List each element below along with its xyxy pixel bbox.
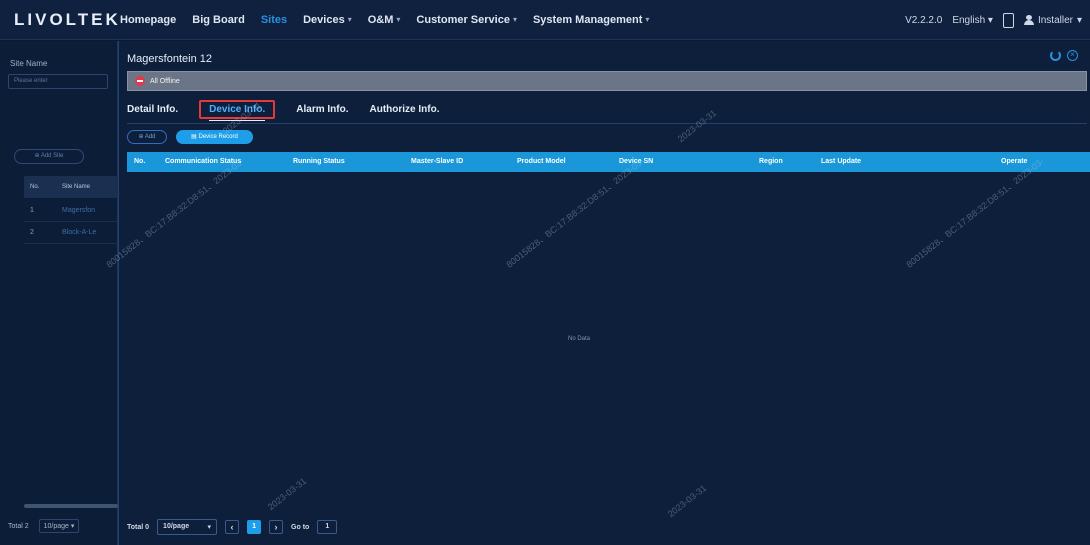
- site-name-label: Site Name: [10, 59, 48, 68]
- top-navigation-bar: LIVOLTEK Homepage Big Board Sites Device…: [0, 0, 1090, 40]
- site-list-panel: Site Name Please enter ⊕ Add Site No. Si…: [0, 41, 118, 545]
- col-operate: Operate: [1001, 158, 1028, 165]
- nav-big-board[interactable]: Big Board: [192, 14, 245, 26]
- mobile-icon[interactable]: [1002, 12, 1014, 28]
- nav-sites[interactable]: Sites: [261, 14, 287, 26]
- caret-down-icon: ▾: [987, 14, 993, 26]
- watermark: 2023-03-31: [675, 107, 719, 145]
- nav-system-management[interactable]: System Management ▾: [533, 14, 649, 26]
- site-total: Total 2: [8, 522, 29, 530]
- next-page-button[interactable]: ›: [269, 520, 284, 534]
- goto-label: Go to: [291, 523, 310, 531]
- device-pagination: Total 0 10/page ▾ ‹ 1 › Go to 1: [127, 519, 338, 535]
- col-no: No.: [134, 158, 146, 165]
- col-running-status: Running Status: [293, 158, 345, 165]
- site-detail-modal: Magersfontein 12 × All Offline Detail In…: [104, 41, 1090, 545]
- offline-icon: [135, 76, 145, 86]
- page-size-select[interactable]: 10/page ▾: [38, 519, 80, 533]
- device-total: Total 0: [127, 523, 150, 531]
- status-text: All Offline: [150, 77, 180, 85]
- col-last-update: Last Update: [821, 158, 862, 165]
- watermark: 2023-03-31: [665, 482, 709, 520]
- modal-title: Magersfontein 12: [127, 53, 212, 65]
- tab-bar: Detail Info. Device Info. Alarm Info. Au…: [127, 100, 440, 121]
- site-table-header: No. Site Name: [24, 176, 118, 198]
- col-site-name: Site Name: [62, 184, 91, 190]
- livoltek-logo: LIVOLTEK: [14, 9, 121, 29]
- table-row[interactable]: 2 Block-A-Le: [24, 222, 118, 244]
- user-menu[interactable]: Installer ▾: [1023, 14, 1082, 26]
- table-row[interactable]: 1 Magersfon: [24, 200, 118, 222]
- device-record-button[interactable]: ▤ Device Record: [176, 130, 253, 144]
- close-icon[interactable]: ×: [1067, 50, 1078, 61]
- empty-state: No Data: [568, 336, 591, 342]
- site-search-input[interactable]: Please enter: [8, 74, 108, 89]
- nav-devices[interactable]: Devices ▾: [303, 14, 352, 26]
- col-no: No.: [30, 184, 40, 190]
- chevron-down-icon: ▾: [645, 15, 650, 24]
- refresh-icon[interactable]: [1050, 50, 1061, 61]
- tab-detail-info[interactable]: Detail Info.: [127, 101, 178, 120]
- tab-authorize-info[interactable]: Authorize Info.: [370, 101, 440, 120]
- device-table-header: No. Communication Status Running Status …: [127, 152, 1090, 172]
- header-utilities: V2.2.2.0 English ▾ Installer ▾: [905, 0, 1082, 40]
- chevron-down-icon: ▾: [207, 524, 212, 531]
- page-size-select[interactable]: 10/page ▾: [157, 519, 218, 535]
- horizontal-scrollbar[interactable]: [24, 504, 118, 508]
- nav-customer-service[interactable]: Customer Service ▾: [416, 14, 517, 26]
- page-number-current[interactable]: 1: [247, 520, 262, 534]
- site-pagination: Total 2 10/page ▾: [8, 519, 80, 533]
- prev-page-button[interactable]: ‹: [225, 520, 240, 534]
- language-select[interactable]: English ▾: [952, 15, 993, 26]
- col-master-slave-id: Master-Slave ID: [411, 158, 464, 165]
- user-icon: [1023, 15, 1034, 25]
- caret-down-icon: ▾: [1076, 14, 1082, 26]
- main-menu: Homepage Big Board Sites Devices ▾ O&M ▾ C…: [120, 14, 649, 26]
- watermark: 2023-03-31: [265, 475, 309, 513]
- tab-alarm-info[interactable]: Alarm Info.: [296, 101, 348, 120]
- modal-actions: ×: [1050, 50, 1078, 61]
- chevron-down-icon: ▾: [347, 15, 352, 24]
- chevron-down-icon: ▾: [396, 15, 401, 24]
- add-site-button[interactable]: ⊕ Add Site: [14, 149, 84, 164]
- add-device-button[interactable]: ⊕ Add: [127, 130, 167, 144]
- status-banner: All Offline: [127, 71, 1087, 91]
- nav-om[interactable]: O&M ▾: [368, 14, 401, 26]
- chevron-down-icon: ▾: [512, 15, 517, 24]
- goto-page-input[interactable]: 1: [317, 520, 338, 534]
- col-region: Region: [759, 158, 783, 165]
- tab-divider: [127, 123, 1087, 124]
- col-product-model: Product Model: [517, 158, 566, 165]
- version-label: V2.2.2.0: [905, 14, 943, 26]
- nav-homepage[interactable]: Homepage: [120, 14, 176, 26]
